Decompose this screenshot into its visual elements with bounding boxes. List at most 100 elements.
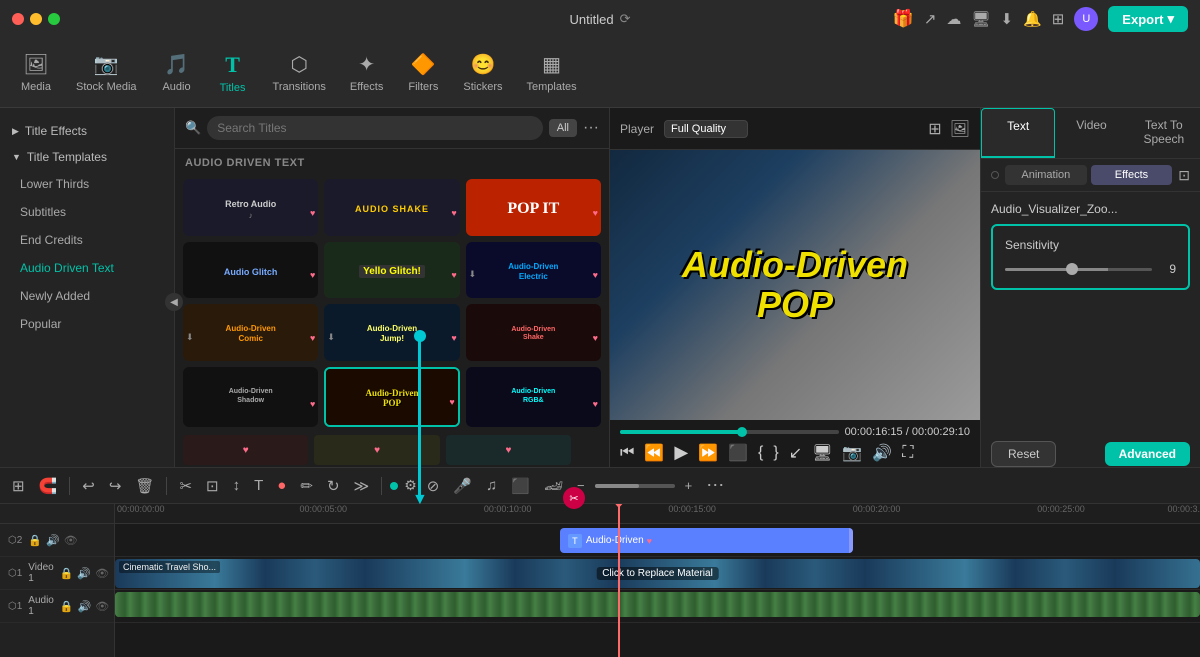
sidebar-item-subtitles[interactable]: Subtitles [0,198,174,226]
split-button[interactable]: ↕ [229,474,245,497]
loop-button[interactable]: ↻ [323,474,344,498]
tile-audio-driven-shake[interactable]: Audio-DrivenShake ♥ Audio-Driven S... [466,304,601,361]
advanced-button[interactable]: Advanced [1105,442,1190,466]
tile-audio-bounce-05[interactable]: POP IT ♥ Audio Bounce 05 [466,179,601,236]
close-button[interactable] [12,13,24,25]
toolbar-effects[interactable]: ✦ Effects [340,44,393,101]
bell-icon[interactable]: 🔔 [1023,10,1042,28]
cloud-icon[interactable]: ☁ [946,10,961,28]
quality-selector[interactable]: Full Quality 1080p 720p [664,120,748,138]
monitor-button[interactable]: 🖥 [812,443,832,463]
toolbar-audio[interactable]: 🎵 Audio [151,44,203,101]
timeline-grid-button[interactable]: ⊞ [8,474,29,498]
insert-button[interactable]: ↙ [789,443,802,463]
tile-audio-driven-jump[interactable]: Audio-DrivenJump! ♥ ⬇ Audio Driven J... [324,304,459,361]
zoom-out-button[interactable]: − [573,475,589,496]
speed-button[interactable]: 🏎 [540,474,567,498]
undo-button[interactable]: ↩ [78,474,99,498]
title-effects-header[interactable]: ▶ Title Effects [0,118,174,144]
tile-audio-bounce-04[interactable]: Retro Audio ♪ ♥ Audio Bounce 04 [183,179,318,236]
redo-button[interactable]: ↪ [105,474,126,498]
volume-button[interactable]: 🔊 [872,443,892,463]
download-icon[interactable]: ⬇ [1000,10,1013,28]
extra-tile[interactable]: ♥ [183,435,308,465]
skip-back-button[interactable]: ⏮ [620,444,634,462]
toolbar-filters[interactable]: 🔶 Filters [397,44,449,101]
fullscreen-button[interactable]: ⛶ [902,444,913,462]
sidebar-item-popular[interactable]: Popular [0,310,174,338]
tile-audio-bounce-02[interactable]: AUDIO SHAKE ♥ Audio Bounce 02 [324,179,459,236]
cut-button[interactable]: ✂ [175,474,196,498]
timeline-magnet-button[interactable]: 🧲 [35,474,62,498]
video-clip[interactable]: Click to Replace Material Cinematic Trav… [115,559,1200,588]
toolbar-stock-media[interactable]: 📷 Stock Media [66,44,147,101]
grid-view-icon[interactable]: ⊞ [928,119,941,139]
mark-out-button[interactable]: } [773,444,778,462]
volume-icon[interactable]: 🔊 [46,534,60,547]
more-tools-button[interactable]: ≫ [350,474,374,498]
music-button[interactable]: ♫ [482,474,501,497]
toolbar-media[interactable]: 🖼 Media [10,44,62,101]
microphone-button[interactable]: 🎤 [449,474,476,498]
video-clip-replace-label[interactable]: Click to Replace Material [596,567,719,580]
volume-icon[interactable]: 🔊 [77,567,91,580]
collapse-panel-button[interactable]: ◀ [165,293,183,311]
settings-icon[interactable]: ⚙ [404,477,417,494]
toolbar-transitions[interactable]: ⬡ Transitions [263,44,336,101]
subtab-effects[interactable]: Effects [1091,165,1173,185]
minimize-button[interactable] [30,13,42,25]
toolbar-titles[interactable]: T Titles [207,44,259,102]
gift-icon[interactable]: 🎁 [893,9,914,29]
sidebar-item-lower-thirds[interactable]: Lower Thirds [0,170,174,198]
sidebar-item-audio-driven-text[interactable]: Audio Driven Text [0,254,174,282]
subtitle-button[interactable]: ⬛ [507,474,534,498]
toolbar-templates[interactable]: ▦ Templates [516,44,586,101]
lock-icon[interactable]: 🔒 [60,567,74,580]
subtab-animation[interactable]: Animation [1005,165,1087,185]
mark-in-button[interactable]: { [758,444,763,462]
volume-icon[interactable]: 🔊 [78,600,92,613]
quality-select[interactable]: Full Quality 1080p 720p [664,120,748,138]
tile-audio-bounce-01[interactable]: Audio Glitch ♥ Audio Bounce 01 [183,242,318,299]
export-button[interactable]: Export ▾ [1108,6,1188,32]
stop-button[interactable]: ⬛ [728,443,748,463]
grid-icon[interactable]: ⊞ [1052,10,1065,28]
image-icon[interactable]: 🖼 [950,119,970,139]
tile-audio-driven-el[interactable]: Audio-DrivenElectric ♥ ⬇ Audio Driven El… [466,242,601,299]
crop-button[interactable]: ⊡ [202,474,223,498]
share-icon[interactable]: ↗ [924,10,937,28]
snapshot-button[interactable]: 📷 [842,443,862,463]
layout-icon[interactable]: ⊡ [1178,167,1190,184]
text-button[interactable]: T [250,474,267,497]
title-templates-header[interactable]: ▼ Title Templates [0,144,174,170]
search-input[interactable] [207,116,543,140]
tab-text-to-speech[interactable]: Text To Speech [1128,108,1200,158]
eye-icon[interactable]: 👁 [95,600,109,613]
sidebar-item-newly-added[interactable]: Newly Added [0,282,174,310]
sidebar-item-end-credits[interactable]: End Credits [0,226,174,254]
step-back-button[interactable]: ⏪ [644,443,664,463]
title-clip[interactable]: T Audio-Driven ♥ [560,528,853,553]
delete-button[interactable]: 🗑 [131,474,158,498]
tile-audio-driven-shadow[interactable]: Audio-DrivenShadow ♥ Audio-Driven S... [183,367,318,428]
tile-audio-driven-pop[interactable]: Audio-DrivenPOP ♥ Audio Driven P... [324,367,459,428]
pen-button[interactable]: ✏ [296,474,317,498]
filter-all-button[interactable]: All [549,119,577,137]
monitor-icon[interactable]: 🖥 [971,10,990,28]
eye-icon[interactable]: 👁 [95,567,109,580]
eye-icon[interactable]: 👁 [64,534,78,547]
tab-text[interactable]: Text [981,108,1055,158]
lock-icon[interactable]: 🔒 [60,600,74,613]
maximize-button[interactable] [48,13,60,25]
zoom-slider-track[interactable] [595,484,675,488]
sensitivity-slider[interactable] [1005,268,1152,271]
play-button[interactable]: ▶ [674,442,688,463]
reset-button[interactable]: Reset [991,441,1056,467]
progress-bar[interactable] [620,430,839,434]
tile-audio-driven-rgb[interactable]: Audio-DrivenRGB& ♥ Audio Driven R... [466,367,601,428]
tile-audio-driven-comic[interactable]: Audio-DrivenComic ♥ ⬇ Audio-Driven C... [183,304,318,361]
audio-clip[interactable] [115,592,1200,617]
timeline-split-clip-button[interactable]: ⊘ [423,474,444,498]
mark-button[interactable]: ● [273,474,290,497]
extra-tile[interactable]: ♥ [446,435,571,465]
